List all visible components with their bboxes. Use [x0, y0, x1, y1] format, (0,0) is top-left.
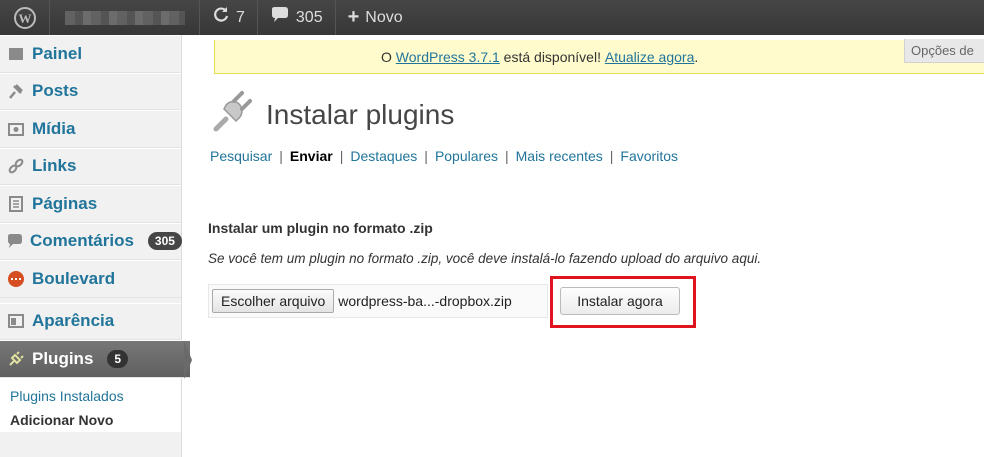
- sidebar-item-painel[interactable]: Painel: [0, 35, 181, 73]
- tab-enviar[interactable]: Enviar: [290, 148, 333, 164]
- selected-file-name: wordpress-ba...-dropbox.zip: [338, 293, 512, 309]
- choose-file-button[interactable]: Escolher arquivo: [212, 289, 335, 313]
- pages-icon: [6, 194, 26, 214]
- link-icon: [6, 156, 26, 176]
- sidebar-item-label: Páginas: [32, 193, 98, 213]
- submenu-plugins-instalados[interactable]: Plugins Instalados: [10, 384, 181, 408]
- boulevard-icon: [6, 269, 26, 289]
- tab-mais-recentes[interactable]: Mais recentes: [516, 148, 603, 164]
- refresh-icon: [212, 6, 230, 29]
- comment-icon: [6, 231, 24, 251]
- comments-button[interactable]: 305: [258, 0, 336, 35]
- comment-bubble-icon: [270, 6, 290, 29]
- sidebar-item-label: Plugins: [32, 349, 94, 368]
- sidebar-item-plugins[interactable]: Plugins 5: [0, 340, 192, 379]
- wordpress-logo-icon[interactable]: W: [0, 0, 50, 35]
- plugins-badge: 5: [107, 350, 129, 368]
- pin-icon: [6, 81, 26, 101]
- main-content: O WordPress 3.7.1 está disponível! Atual…: [182, 35, 984, 457]
- notice-middle: está disponível!: [499, 48, 605, 65]
- tab-destaques[interactable]: Destaques: [350, 148, 417, 164]
- sidebar-item-midia[interactable]: Mídia: [0, 110, 181, 148]
- tab-separator: |: [424, 148, 428, 164]
- sidebar-item-label: Links: [32, 156, 77, 176]
- comments-count: 305: [295, 8, 323, 26]
- page-header: Instalar plugins: [210, 89, 454, 140]
- sidebar-item-comentarios[interactable]: Comentários 305: [0, 222, 182, 260]
- svg-text:W: W: [18, 11, 31, 26]
- comments-badge: 305: [147, 232, 182, 251]
- plug-icon: [6, 349, 26, 369]
- new-content-button[interactable]: + Novo: [336, 0, 415, 35]
- blurred-site-title: [64, 10, 185, 25]
- media-icon: [6, 119, 26, 139]
- sidebar-item-posts[interactable]: Posts: [0, 72, 181, 110]
- upload-heading: Instalar um plugin no formato .zip: [208, 220, 433, 236]
- update-now-link[interactable]: Atualize agora: [605, 49, 695, 65]
- install-tabs: Pesquisar | Enviar | Destaques | Popular…: [210, 148, 678, 164]
- update-notice: O WordPress 3.7.1 está disponível! Atual…: [214, 40, 984, 74]
- new-label: Novo: [365, 8, 403, 26]
- wordpress-version-link[interactable]: WordPress 3.7.1: [396, 49, 500, 65]
- sidebar-item-label: Mídia: [32, 118, 76, 138]
- notice-suffix: .: [694, 48, 699, 65]
- submenu-adicionar-novo[interactable]: Adicionar Novo: [10, 408, 181, 432]
- tab-separator: |: [339, 148, 344, 164]
- site-name-blurred[interactable]: [50, 0, 200, 35]
- dashboard-icon: [6, 44, 26, 64]
- appearance-icon: [6, 311, 26, 331]
- plugins-submenu: Plugins Instalados Adicionar Novo: [0, 378, 181, 432]
- sidebar-item-paginas[interactable]: Páginas: [0, 185, 181, 223]
- sidebar-item-label: Posts: [32, 81, 79, 101]
- sidebar-item-links[interactable]: Links: [0, 147, 181, 185]
- admin-bar: W 7 305 + Novo: [0, 0, 984, 35]
- sidebar-item-label: Comentários: [30, 231, 134, 251]
- sidebar-item-boulevard[interactable]: Boulevard: [0, 260, 181, 298]
- page-title: Instalar plugins: [266, 98, 455, 130]
- sidebar-item-label: Aparência: [32, 311, 115, 331]
- tab-favoritos[interactable]: Favoritos: [620, 148, 678, 164]
- tab-separator: |: [279, 148, 283, 164]
- updates-button[interactable]: 7: [200, 0, 258, 35]
- red-highlight-box: [550, 276, 696, 328]
- screen-options-button[interactable]: Opções de: [904, 39, 984, 63]
- tab-separator: |: [504, 148, 509, 164]
- sidebar-item-label: Painel: [32, 43, 83, 63]
- sidebar-item-label: Boulevard: [32, 268, 116, 288]
- plus-icon: +: [347, 6, 360, 28]
- file-input[interactable]: Escolher arquivo wordpress-ba...-dropbox…: [208, 284, 548, 318]
- tab-pesquisar[interactable]: Pesquisar: [210, 148, 272, 164]
- notice-prefix: O: [381, 48, 396, 65]
- sidebar-item-aparencia[interactable]: Aparência: [0, 302, 181, 340]
- updates-count: 7: [236, 8, 245, 26]
- plugin-plug-icon: [210, 89, 256, 140]
- upload-description: Se você tem um plugin no formato .zip, v…: [208, 251, 762, 266]
- admin-sidebar: Painel Posts Mídia Links Páginas Comentá…: [0, 35, 192, 457]
- tab-separator: |: [609, 148, 614, 164]
- tab-populares[interactable]: Populares: [435, 148, 498, 164]
